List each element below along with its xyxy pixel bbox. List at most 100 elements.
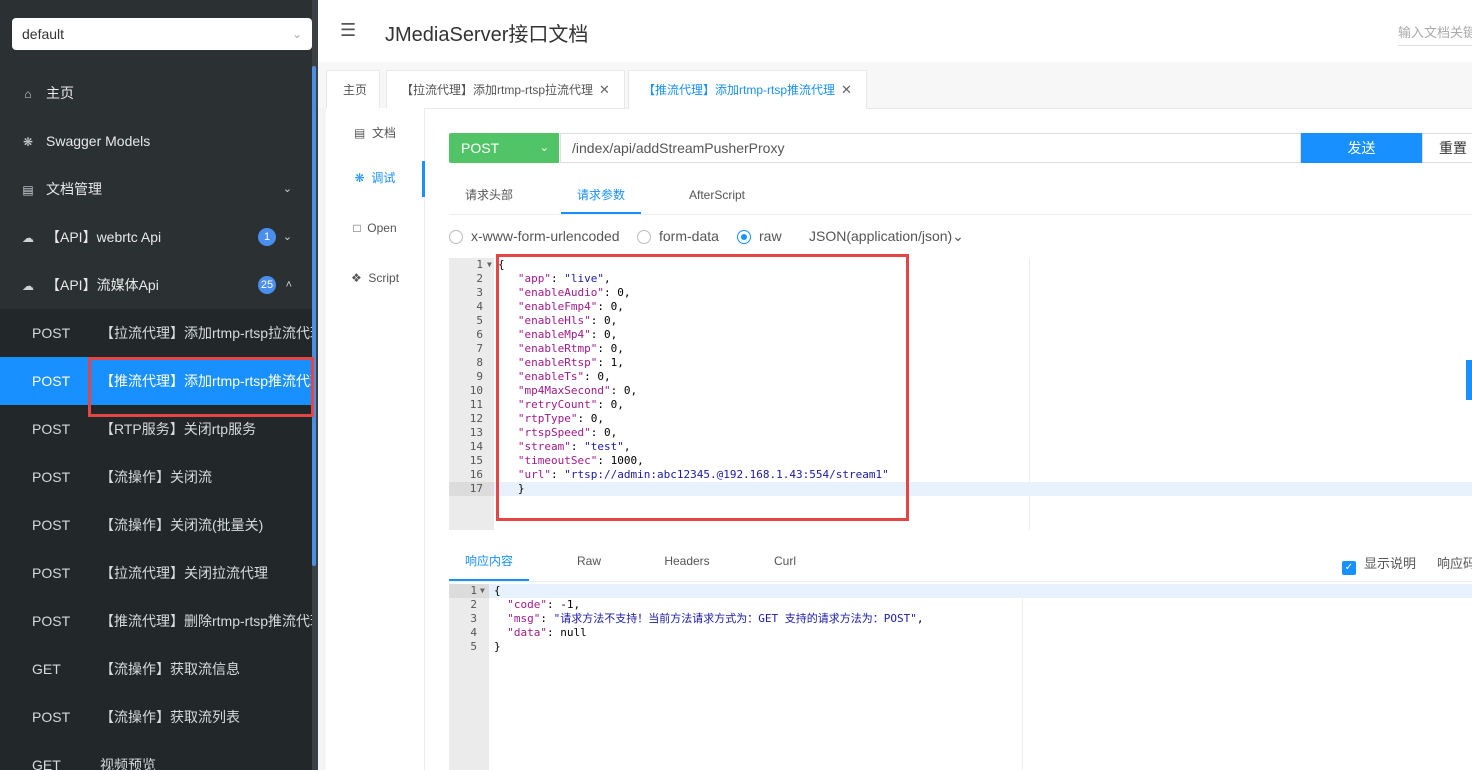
- line-number: 10: [469, 384, 483, 397]
- print-margin: [1022, 584, 1023, 770]
- api-list-item[interactable]: GET 视频预览: [0, 741, 312, 770]
- tab-request-headers[interactable]: 请求头部: [449, 178, 529, 214]
- sidebar-item-webrtc-api[interactable]: ☁ 【API】webrtc Api 1 ⌄: [0, 217, 312, 257]
- code-line: "retryCount": 0,: [517, 398, 624, 411]
- doc-manage-icon: ▤: [22, 183, 34, 197]
- code-line: "rtpType": 0,: [517, 412, 604, 425]
- tab-request-params[interactable]: 请求参数: [561, 178, 641, 214]
- header: ☰ JMediaServer接口文档 输入文档关键字搜索: [318, 0, 1472, 63]
- group-select[interactable]: default ⌄: [12, 18, 312, 50]
- method-select[interactable]: POST ⌄: [449, 133, 559, 163]
- api-list-item[interactable]: POST 【RTP服务】关闭rtp服务: [0, 405, 312, 453]
- body-enableTs: 0: [597, 370, 604, 383]
- code-line: {: [494, 584, 501, 597]
- radio-circle: [449, 230, 463, 244]
- tab-home[interactable]: 主页: [326, 70, 380, 108]
- api-list-item[interactable]: POST 【流操作】关闭流: [0, 453, 312, 501]
- content-type-select[interactable]: JSON(application/json)⌄: [809, 226, 964, 246]
- resp-code: -1: [560, 598, 574, 611]
- api-list-item[interactable]: POST 【流操作】关闭流(批量关): [0, 501, 312, 549]
- code-line: "url": "rtsp://admin:abc12345.@192.168.1…: [517, 468, 889, 481]
- line-number: 2: [470, 598, 477, 611]
- sidebar-item-stream-api[interactable]: ☁ 【API】流媒体Api 25 ˄: [0, 265, 312, 305]
- tab-response-raw[interactable]: Raw: [549, 545, 629, 581]
- tab-push-proxy[interactable]: 【推流代理】添加rtmp-rtsp推流代理 ✕: [628, 70, 867, 109]
- body-app: live: [570, 272, 598, 285]
- close-icon[interactable]: ✕: [841, 82, 852, 97]
- api-method: POST: [32, 517, 71, 533]
- tab-response-headers[interactable]: Headers: [647, 545, 727, 581]
- body-timeoutSec: 1000: [610, 454, 638, 467]
- file-icon: □: [353, 221, 361, 235]
- request-body-editor[interactable]: 1 ▼ 2 3 4 5 6 7 8 9 10 11 12 13 14 15 16 …: [449, 258, 1472, 530]
- api-method: POST: [32, 709, 71, 725]
- active-line: [494, 482, 1472, 496]
- body-url: rtsp://admin:abc12345.@192.168.1.43:554/…: [570, 468, 883, 481]
- body-enableRtsp: 1: [610, 356, 618, 369]
- request-bar: POST ⌄ /index/api/addStreamPusherProxy 发…: [449, 133, 1472, 163]
- radio-circle: [637, 230, 651, 244]
- menu-collapse-icon[interactable]: ☰: [340, 20, 356, 41]
- code-line: "enableHls": 0,: [517, 314, 618, 327]
- close-icon[interactable]: ✕: [599, 82, 610, 97]
- nav-label: 调试: [371, 171, 396, 185]
- api-list-item[interactable]: GET 【流操作】获取流信息: [0, 645, 312, 693]
- chevron-down-icon: ⌄: [282, 231, 292, 243]
- nav-debug[interactable]: ❋ 调试: [326, 153, 425, 203]
- show-desc-checkbox[interactable]: ✓ 显示说明: [1342, 553, 1416, 575]
- send-button[interactable]: 发送: [1301, 133, 1422, 163]
- sidebar-item-home[interactable]: ⌂ 主页: [0, 73, 312, 113]
- api-name: 【RTP服务】关闭rtp服务: [100, 421, 257, 437]
- code-line: }: [498, 482, 525, 495]
- code-line: "enableAudio": 0,: [517, 286, 631, 299]
- fold-arrow-icon[interactable]: ▼: [487, 258, 492, 272]
- url-input[interactable]: /index/api/addStreamPusherProxy: [560, 133, 1301, 163]
- response-body-editor[interactable]: 1 ▼ 2 3 4 5 { "code": -1, "msg": "请求方法不支持…: [449, 584, 1472, 770]
- tab-label: 主页: [343, 83, 368, 97]
- sidebar-item-doc-manage[interactable]: ▤ 文档管理 ⌄: [0, 169, 312, 209]
- tab-afterscript[interactable]: AfterScript: [677, 178, 757, 214]
- code-line: "enableMp4": 0,: [517, 328, 618, 341]
- method-value: POST: [461, 140, 500, 156]
- nav-open[interactable]: □ Open: [326, 203, 424, 253]
- api-list-item[interactable]: POST 【推流代理】删除rtmp-rtsp推流代理: [0, 597, 312, 645]
- api-list-item[interactable]: POST 【拉流代理】关闭拉流代理: [0, 549, 312, 597]
- tab-pull-proxy[interactable]: 【拉流代理】添加rtmp-rtsp拉流代理 ✕: [386, 70, 625, 108]
- api-method: GET: [32, 757, 61, 770]
- body-enableAudio: 0: [617, 286, 624, 299]
- sidebar-scrollbar[interactable]: [312, 66, 316, 566]
- body-mp4MaxSecond: 0: [623, 384, 631, 397]
- api-list-item[interactable]: POST 【拉流代理】添加rtmp-rtsp拉流代理: [0, 309, 312, 357]
- api-name: 【流操作】关闭流(批量关): [100, 517, 264, 533]
- fold-arrow-icon[interactable]: ▼: [480, 584, 485, 598]
- reset-button[interactable]: 重置: [1422, 133, 1472, 163]
- code-line: }: [494, 640, 501, 653]
- nav-doc[interactable]: ▤ 文档: [326, 108, 424, 158]
- radio-raw[interactable]: raw: [737, 226, 782, 246]
- line-number: 17: [469, 482, 483, 495]
- line-number: 14: [469, 440, 483, 453]
- api-name: 【推流代理】添加rtmp-rtsp推流代理: [100, 373, 312, 389]
- tab-response-content[interactable]: 响应内容: [449, 545, 529, 581]
- check-icon: ✓: [1342, 561, 1356, 575]
- doc-side-nav: ▤ 文档 ❋ 调试 □ Open ❖ Script: [326, 108, 425, 770]
- count-badge: 1: [258, 228, 276, 246]
- api-list-item-active[interactable]: POST 【推流代理】添加rtmp-rtsp推流代理: [0, 357, 312, 405]
- tab-response-curl[interactable]: Curl: [745, 545, 825, 581]
- code-line: "enableTs": 0,: [517, 370, 611, 383]
- api-method: POST: [32, 421, 71, 437]
- api-list-item[interactable]: POST 【流操作】获取流列表: [0, 693, 312, 741]
- radio-urlencoded[interactable]: x-www-form-urlencoded: [449, 226, 620, 246]
- code-line: "enableFmp4": 0,: [517, 300, 624, 313]
- nav-script[interactable]: ❖ Script: [326, 253, 424, 303]
- sidebar-item-label: 【API】webrtc Api: [46, 229, 162, 245]
- search-input[interactable]: 输入文档关键字搜索: [1398, 22, 1472, 46]
- sidebar-item-swagger-models[interactable]: ❋ Swagger Models: [0, 121, 312, 161]
- resp-data: null: [560, 626, 587, 639]
- main-scroll-track[interactable]: [318, 108, 326, 770]
- code-line: "app": "live",: [517, 272, 611, 285]
- line-number: 1: [470, 584, 477, 597]
- radio-form-data[interactable]: form-data: [637, 226, 719, 246]
- code-line: "code": -1,: [507, 598, 581, 611]
- line-number: 5: [470, 640, 477, 653]
